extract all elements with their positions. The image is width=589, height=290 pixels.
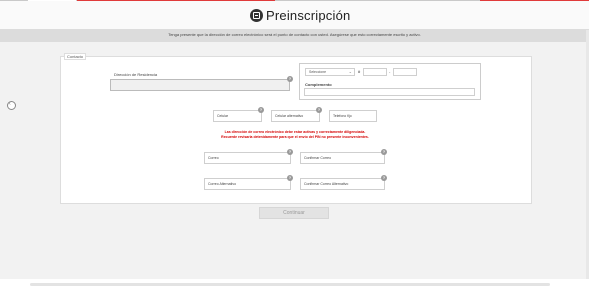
email-label: Correo bbox=[208, 156, 219, 160]
hash-label: # bbox=[358, 69, 361, 74]
cell-help-icon[interactable]: ? bbox=[258, 107, 264, 113]
alt-email-help-icon[interactable]: ? bbox=[287, 175, 293, 181]
confirm-alt-email-input[interactable]: Confirmar Correo Alternativo bbox=[300, 178, 385, 190]
alt-email-input[interactable]: Correo Alternativo bbox=[204, 178, 291, 190]
warning-line-2: Recuerde revisarla detenidamente para qu… bbox=[221, 135, 369, 139]
page-header: Preinscripción bbox=[0, 1, 589, 29]
section-legend: Contacto bbox=[64, 53, 87, 60]
chevron-left-icon: ‹ bbox=[9, 101, 11, 107]
notice-bar: Tenga presente que la dirección de corre… bbox=[0, 29, 589, 42]
landline-label: Telefono fijo bbox=[333, 114, 352, 118]
address-help-icon[interactable]: ? bbox=[287, 76, 293, 82]
cell-input[interactable]: Celular bbox=[213, 110, 262, 122]
email-help-icon[interactable]: ? bbox=[287, 149, 293, 155]
cell-label: Celular bbox=[217, 114, 229, 118]
address-label: Dirección de Residencia bbox=[114, 72, 158, 77]
street-type-select[interactable]: Seleccione bbox=[305, 68, 355, 76]
alt-email-label: Correo Alternativo bbox=[208, 182, 237, 186]
dash-label: - bbox=[389, 69, 391, 74]
complement-label: Complemento bbox=[305, 82, 332, 87]
confirm-email-input[interactable]: Confirmar Correo bbox=[300, 152, 385, 164]
address-input[interactable] bbox=[110, 79, 290, 91]
logo-icon bbox=[250, 9, 263, 22]
address-suffix-input[interactable] bbox=[393, 68, 417, 76]
cell-alt-input[interactable]: Celular alternativo bbox=[271, 110, 320, 122]
confirm-alt-email-help-icon[interactable]: ? bbox=[381, 175, 387, 181]
confirm-email-label: Confirmar Correo bbox=[304, 156, 332, 160]
cell-alt-help-icon[interactable]: ? bbox=[316, 107, 322, 113]
cell-alt-label: Celular alternativo bbox=[275, 114, 304, 118]
landline-input[interactable]: Telefono fijo bbox=[329, 110, 377, 122]
address-number-input[interactable] bbox=[363, 68, 387, 76]
warning-line-1: Las dirección de correo electrónico debe… bbox=[224, 130, 366, 134]
page-title: Preinscripción bbox=[266, 8, 351, 23]
notice-text: Tenga presente que la dirección de corre… bbox=[168, 32, 421, 37]
complement-input[interactable] bbox=[304, 88, 475, 96]
bottom-bar bbox=[0, 279, 589, 290]
email-input[interactable]: Correo bbox=[204, 152, 291, 164]
horizontal-scrollbar[interactable] bbox=[30, 283, 550, 286]
continue-button[interactable]: Continuar bbox=[259, 207, 329, 219]
back-button[interactable]: ‹ bbox=[7, 101, 16, 110]
confirm-email-help-icon[interactable]: ? bbox=[381, 149, 387, 155]
confirm-alt-email-label: Confirmar Correo Alternativo bbox=[304, 182, 349, 186]
